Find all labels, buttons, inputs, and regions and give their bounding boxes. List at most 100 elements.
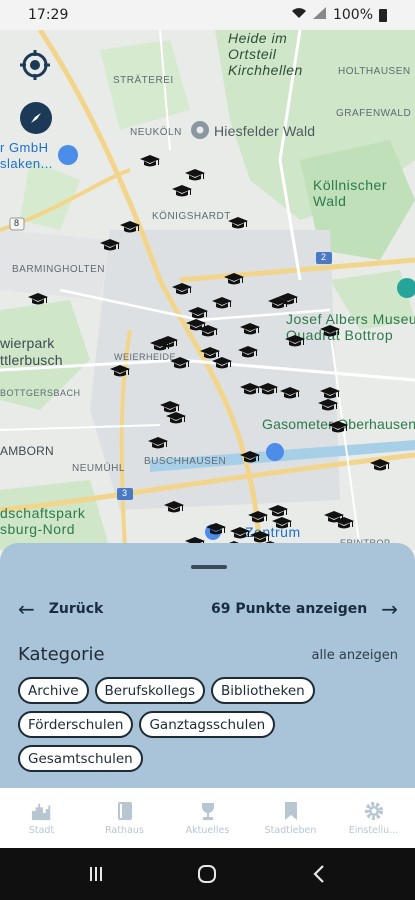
nav-label: Stadtleben bbox=[264, 825, 317, 836]
graduation-cap-icon[interactable] bbox=[240, 450, 260, 466]
road-number: 3 bbox=[122, 488, 128, 498]
graduation-cap-icon[interactable] bbox=[285, 334, 305, 350]
compass-button[interactable] bbox=[20, 102, 52, 134]
map-label-barmingholten: BARMINGHOLTEN bbox=[12, 264, 105, 275]
graduation-cap-icon[interactable] bbox=[228, 216, 248, 232]
map-label-josef: Josef Albers Museum Quadrat Bottrop bbox=[286, 311, 415, 343]
chip-archive[interactable]: Archive bbox=[18, 677, 89, 704]
category-title: Kategorie bbox=[18, 644, 105, 665]
graduation-cap-icon[interactable] bbox=[172, 282, 192, 298]
app-root: 17:29 100% 2 3 8 Heide im Ortsteil Kirch… bbox=[0, 0, 415, 900]
graduation-cap-icon[interactable] bbox=[328, 420, 348, 436]
map-label-grafenwald: GRAFENWALD bbox=[336, 108, 412, 119]
map-label-koenigshardt: KÖNIGSHARDT bbox=[152, 211, 231, 222]
bookmark-icon bbox=[280, 800, 302, 822]
nav-label: Rathaus bbox=[105, 825, 144, 836]
arrow-right-icon: → bbox=[381, 597, 398, 621]
map-label-holthausen: HOLTHAUSEN bbox=[338, 66, 411, 77]
book-icon bbox=[114, 800, 136, 822]
home-button[interactable] bbox=[187, 854, 227, 894]
graduation-cap-icon[interactable] bbox=[278, 292, 298, 308]
graduation-cap-icon[interactable] bbox=[318, 398, 338, 414]
wifi-icon bbox=[291, 7, 307, 23]
map-label-buschhausen: BUSCHHAUSEN bbox=[144, 456, 227, 467]
graduation-cap-icon[interactable] bbox=[240, 382, 260, 398]
sheet-drag-handle[interactable] bbox=[191, 565, 227, 569]
graduation-cap-icon[interactable] bbox=[100, 238, 120, 254]
arrow-left-icon: ← bbox=[18, 597, 35, 621]
chip-gesamtschulen[interactable]: Gesamtschulen bbox=[18, 745, 143, 772]
back-label: Zurück bbox=[48, 601, 104, 617]
nav-item-einstellungen[interactable]: Einstellu... bbox=[332, 788, 415, 848]
graduation-cap-icon[interactable] bbox=[224, 272, 244, 288]
battery-icon bbox=[379, 8, 387, 22]
graduation-cap-icon[interactable] bbox=[280, 386, 300, 402]
gear-icon bbox=[363, 800, 385, 822]
graduation-cap-icon[interactable] bbox=[185, 168, 205, 184]
chip-ganztagsschulen[interactable]: Ganztagsschulen bbox=[139, 711, 276, 738]
graduation-cap-icon[interactable] bbox=[164, 500, 184, 516]
graduation-cap-icon[interactable] bbox=[238, 345, 258, 361]
map-label-neumuhl: NEUMÜHL bbox=[72, 463, 125, 474]
my-location-button[interactable] bbox=[18, 48, 52, 82]
graduation-cap-icon[interactable] bbox=[272, 516, 292, 532]
show-points-button[interactable]: 69 Punkte anzeigen → bbox=[211, 599, 398, 619]
battery-percent: 100% bbox=[332, 7, 373, 23]
graduation-cap-icon[interactable] bbox=[206, 522, 226, 538]
city-icon bbox=[31, 800, 53, 822]
road-number: 8 bbox=[14, 218, 20, 228]
map-label-wierpark: wierpark ttlerbusch bbox=[0, 335, 63, 368]
filter-sheet: ← Zurück 69 Punkte anzeigen → Kategorie … bbox=[0, 543, 415, 788]
graduation-cap-icon[interactable] bbox=[110, 364, 130, 380]
graduation-cap-icon[interactable] bbox=[150, 338, 170, 354]
graduation-cap-icon[interactable] bbox=[212, 296, 232, 312]
graduation-cap-icon[interactable] bbox=[120, 220, 140, 236]
map-view[interactable]: 2 3 8 Heide im Ortsteil Kirchhellen HOLT… bbox=[0, 30, 415, 550]
status-time: 17:29 bbox=[28, 7, 69, 23]
map-label-gmbh: r GmbH slaken... bbox=[0, 140, 53, 171]
graduation-cap-icon[interactable] bbox=[258, 382, 278, 398]
graduation-cap-icon[interactable] bbox=[140, 154, 160, 170]
nav-item-stadtleben[interactable]: Stadtleben bbox=[249, 788, 332, 848]
graduation-cap-icon[interactable] bbox=[334, 516, 354, 532]
map-label-bottgersbach: BOTTGERSBACH bbox=[0, 388, 81, 398]
graduation-cap-icon[interactable] bbox=[212, 356, 232, 372]
chip-bibliotheken[interactable]: Bibliotheken bbox=[210, 677, 315, 704]
chip-berufskollegs[interactable]: Berufskollegs bbox=[94, 677, 205, 704]
show-points-label: 69 Punkte anzeigen bbox=[210, 601, 368, 617]
graduation-cap-icon[interactable] bbox=[248, 510, 268, 526]
graduation-cap-icon[interactable] bbox=[148, 436, 168, 452]
graduation-cap-icon[interactable] bbox=[320, 324, 340, 340]
map-label-koellnischer: Köllnischer Wald bbox=[313, 177, 387, 209]
show-all-link[interactable]: alle anzeigen bbox=[312, 648, 398, 663]
compass-icon bbox=[26, 108, 46, 128]
nav-label: Aktuelles bbox=[185, 825, 230, 836]
map-label-neukoln: NEUKÖLN bbox=[130, 127, 182, 138]
nav-label: Einstellu... bbox=[348, 825, 399, 836]
nav-label: Stadt bbox=[28, 825, 55, 836]
map-label-amborn: AMBORN bbox=[0, 444, 54, 458]
graduation-cap-icon[interactable] bbox=[28, 292, 48, 308]
recents-button[interactable] bbox=[76, 854, 116, 894]
graduation-cap-icon[interactable] bbox=[198, 324, 218, 340]
system-nav-bar bbox=[0, 848, 415, 900]
road-number: 2 bbox=[321, 252, 327, 262]
nav-item-stadt[interactable]: Stadt bbox=[0, 788, 83, 848]
graduation-cap-icon[interactable] bbox=[370, 458, 390, 474]
back-nav-button[interactable] bbox=[299, 854, 339, 894]
map-label-heide: Heide im Ortsteil Kirchhellen bbox=[228, 30, 303, 78]
crosshair-icon bbox=[18, 48, 52, 82]
graduation-cap-icon[interactable] bbox=[240, 322, 260, 338]
signal-icon bbox=[312, 7, 327, 23]
graduation-cap-icon[interactable] bbox=[166, 411, 186, 427]
back-button[interactable]: ← Zurück bbox=[18, 599, 103, 619]
nav-item-aktuelles[interactable]: Aktuelles bbox=[166, 788, 249, 848]
chip-foerderschulen[interactable]: Förderschulen bbox=[18, 711, 134, 738]
graduation-cap-icon[interactable] bbox=[170, 356, 190, 372]
graduation-cap-icon[interactable] bbox=[172, 184, 192, 200]
status-bar: 17:29 100% bbox=[0, 0, 415, 30]
bottom-nav: Stadt Rathaus Aktuelles Stadtleben Einst… bbox=[0, 788, 415, 848]
map-label-straeterei: STRÄTEREI bbox=[113, 75, 174, 86]
trophy-icon bbox=[197, 800, 219, 822]
nav-item-rathaus[interactable]: Rathaus bbox=[83, 788, 166, 848]
